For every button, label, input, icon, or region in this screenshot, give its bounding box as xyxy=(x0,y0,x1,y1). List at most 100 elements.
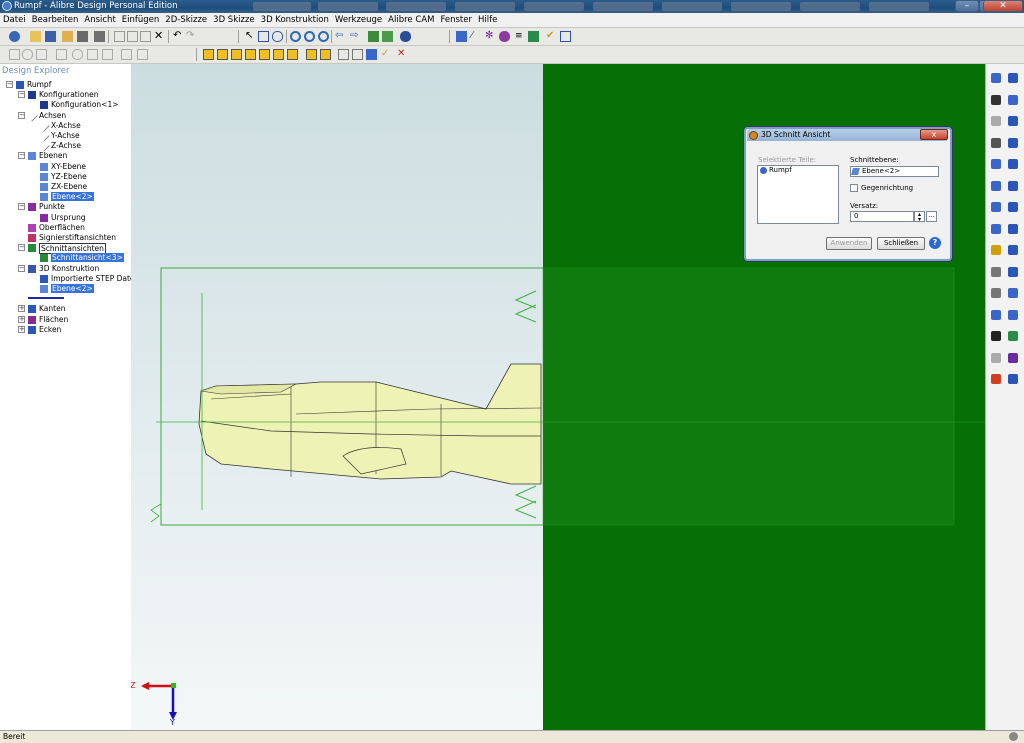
browse-button[interactable]: ... xyxy=(926,211,937,222)
display-mode-icon[interactable] xyxy=(366,49,377,60)
menu-ansicht[interactable]: Ansicht xyxy=(81,13,118,26)
tree-item[interactable]: Z-Achse xyxy=(51,141,81,150)
taskbar-tab[interactable] xyxy=(800,2,860,11)
view-left-icon[interactable] xyxy=(273,49,284,60)
tree-item[interactable]: Rumpf xyxy=(27,80,51,89)
tree-item[interactable]: Importierte STEP Datei xyxy=(51,274,137,283)
paste-icon[interactable] xyxy=(140,31,151,42)
section-tool-icon[interactable] xyxy=(338,49,349,60)
open-folder-icon[interactable] xyxy=(30,31,41,42)
list-icon[interactable]: ≡ xyxy=(515,31,526,42)
menu-3d-konstruktion[interactable]: 3D Konstruktion xyxy=(258,13,332,26)
tree-item[interactable]: Ursprung xyxy=(51,213,86,222)
rollback-bar-icon[interactable] xyxy=(28,297,64,300)
arc-icon[interactable] xyxy=(991,180,1001,191)
list-item[interactable]: Rumpf xyxy=(769,166,792,174)
menu-bearbeiten[interactable]: Bearbeiten xyxy=(29,13,82,26)
taskbar-tab[interactable] xyxy=(593,2,653,11)
forward-arrow-icon[interactable]: ⇨ xyxy=(350,31,361,42)
reference-icon[interactable] xyxy=(991,374,1001,384)
expand-toggle[interactable]: − xyxy=(6,81,13,88)
view-back-icon[interactable] xyxy=(231,49,242,60)
expand-toggle[interactable]: + xyxy=(18,315,25,323)
minimize-button[interactable]: – xyxy=(955,0,979,12)
zoom-icon[interactable] xyxy=(290,31,301,42)
menu-2d-skizze[interactable]: 2D-Skizze xyxy=(162,13,210,26)
tree-item[interactable]: ZX-Ebene xyxy=(51,182,87,191)
help-icon[interactable]: ? xyxy=(929,237,941,249)
extrude-icon[interactable] xyxy=(1008,73,1018,83)
axis-tool-icon[interactable]: ⁄ xyxy=(471,31,482,42)
tree-item[interactable]: Oberflächen xyxy=(39,223,85,232)
offset-spinner[interactable]: ▴ ▾ xyxy=(914,211,925,223)
window-select-icon[interactable] xyxy=(258,31,269,42)
cut-icon[interactable] xyxy=(114,31,125,42)
delete-icon[interactable]: ✕ xyxy=(154,30,165,42)
tree-item[interactable]: Achsen xyxy=(39,111,66,120)
expand-toggle[interactable]: + xyxy=(18,305,25,313)
grid-icon[interactable] xyxy=(9,49,20,60)
tree-item[interactable]: Flächen xyxy=(39,315,68,324)
tree-item[interactable]: X-Achse xyxy=(51,121,81,130)
menu-alibre-cam[interactable]: Alibre CAM xyxy=(385,13,437,26)
equation-icon[interactable] xyxy=(991,309,1001,320)
expand-toggle[interactable]: − xyxy=(18,244,25,252)
save-icon[interactable] xyxy=(45,31,56,42)
new-icon[interactable] xyxy=(9,31,20,42)
sketch-icon[interactable] xyxy=(56,49,67,60)
mirror-icon[interactable] xyxy=(137,49,148,60)
tree-item[interactable]: Ebenen xyxy=(39,151,67,160)
taskbar-tab[interactable] xyxy=(662,2,722,11)
dialog-close-button[interactable]: x xyxy=(920,129,948,140)
grid-icon[interactable] xyxy=(991,266,1001,277)
hole-icon[interactable] xyxy=(1008,180,1018,191)
menu-werkzeuge[interactable]: Werkzeuge xyxy=(332,13,385,26)
draft-icon[interactable] xyxy=(1008,331,1018,341)
view-top-icon[interactable] xyxy=(245,49,256,60)
tree-item[interactable]: Ecken xyxy=(39,325,61,334)
part-color-icon[interactable] xyxy=(400,31,411,42)
pencil-icon[interactable] xyxy=(991,116,1001,126)
shade-icon[interactable] xyxy=(368,31,379,42)
reverse-checkbox[interactable] xyxy=(850,184,858,192)
tree-item[interactable]: Schnittansicht<3> xyxy=(51,253,124,263)
back-arrow-icon[interactable]: ⇦ xyxy=(335,31,346,42)
tree-item[interactable]: XY-Ebene xyxy=(51,162,86,171)
plane-field[interactable]: Ebene<2> xyxy=(850,166,939,177)
lasso-select-icon[interactable] xyxy=(272,31,283,42)
sweep-icon[interactable] xyxy=(1008,245,1018,255)
redo-icon[interactable]: ↷ xyxy=(186,31,197,42)
point-tool-icon[interactable]: ✻ xyxy=(485,31,496,42)
taskbar-tab[interactable] xyxy=(869,2,929,11)
tree-item[interactable]: Y-Achse xyxy=(51,131,80,140)
tree-item[interactable]: Ebene<2> xyxy=(51,284,94,293)
csys-icon[interactable] xyxy=(499,31,510,42)
menu-datei[interactable]: Datei xyxy=(0,13,29,26)
text-icon[interactable] xyxy=(991,331,1001,341)
render-icon[interactable] xyxy=(382,31,393,42)
view-front-icon[interactable] xyxy=(217,49,228,60)
sketch-icon[interactable] xyxy=(991,73,1001,83)
taskbar-tab[interactable] xyxy=(455,2,515,11)
line-icon[interactable] xyxy=(991,137,1001,148)
menu-hilfe[interactable]: Hilfe xyxy=(475,13,500,26)
close-dialog-button[interactable]: Schließen xyxy=(877,237,925,250)
hide-icon[interactable] xyxy=(352,49,363,60)
ortho-icon[interactable] xyxy=(36,49,47,60)
lock-icon[interactable] xyxy=(77,31,88,42)
tree-item[interactable]: Kanten xyxy=(39,304,65,313)
expand-toggle[interactable]: + xyxy=(18,325,25,333)
shell-icon[interactable] xyxy=(1008,116,1018,126)
view-normal-icon[interactable] xyxy=(306,49,317,60)
constraint-icon[interactable] xyxy=(102,49,113,60)
selected-parts-list[interactable]: Rumpf xyxy=(757,165,839,224)
view-right-icon[interactable] xyxy=(287,49,298,60)
plane-tool-icon[interactable] xyxy=(456,31,467,42)
expand-toggle[interactable]: − xyxy=(18,203,25,211)
tree-item[interactable]: Punkte xyxy=(39,202,65,211)
view-iso-icon[interactable] xyxy=(203,49,214,60)
trim-icon[interactable] xyxy=(121,49,132,60)
zoom-window-icon[interactable] xyxy=(304,31,315,42)
revolve-icon[interactable] xyxy=(1008,94,1018,105)
circle-icon[interactable] xyxy=(991,159,1001,169)
